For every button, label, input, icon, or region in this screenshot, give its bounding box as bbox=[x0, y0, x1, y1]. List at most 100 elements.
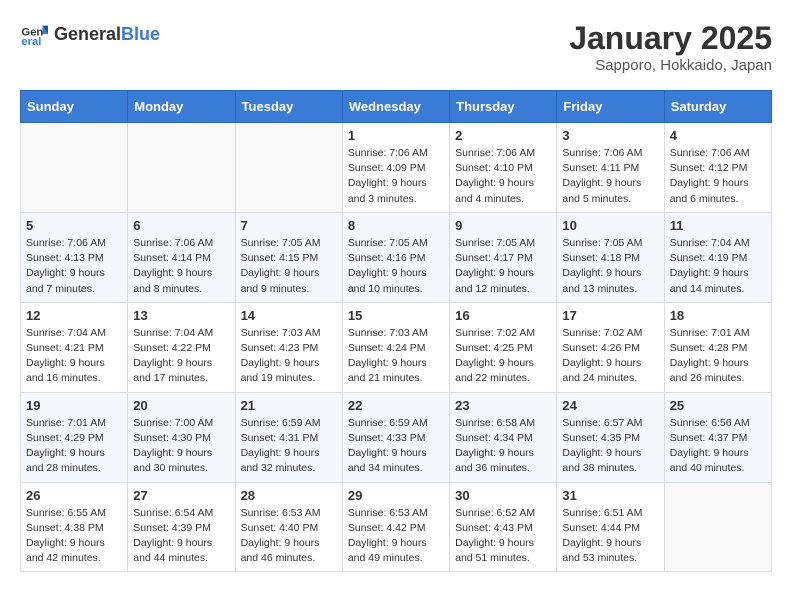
day-number: 4 bbox=[670, 128, 766, 143]
day-info: Sunrise: 7:02 AM Sunset: 4:26 PM Dayligh… bbox=[562, 326, 658, 387]
logo-text-blue: Blue bbox=[121, 25, 160, 43]
day-info: Sunrise: 6:54 AM Sunset: 4:39 PM Dayligh… bbox=[133, 506, 229, 567]
day-info: Sunrise: 6:58 AM Sunset: 4:34 PM Dayligh… bbox=[455, 416, 551, 477]
day-number: 5 bbox=[26, 218, 122, 233]
calendar-cell: 17 Sunrise: 7:02 AM Sunset: 4:26 PM Dayli… bbox=[557, 302, 664, 392]
day-info: Sunrise: 7:05 AM Sunset: 4:16 PM Dayligh… bbox=[348, 236, 444, 297]
calendar-cell bbox=[128, 123, 235, 213]
day-info: Sunrise: 7:06 AM Sunset: 4:10 PM Dayligh… bbox=[455, 146, 551, 207]
day-info: Sunrise: 6:51 AM Sunset: 4:44 PM Dayligh… bbox=[562, 506, 658, 567]
location: Sapporo, Hokkaido, Japan bbox=[569, 57, 772, 74]
day-info: Sunrise: 7:06 AM Sunset: 4:11 PM Dayligh… bbox=[562, 146, 658, 207]
day-number: 25 bbox=[670, 398, 766, 413]
calendar-cell: 23 Sunrise: 6:58 AM Sunset: 4:34 PM Dayli… bbox=[450, 392, 557, 482]
calendar-cell bbox=[235, 123, 342, 213]
logo-text-general: General bbox=[54, 25, 121, 43]
weekday-header-row: SundayMondayTuesdayWednesdayThursdayFrid… bbox=[21, 91, 772, 123]
day-number: 29 bbox=[348, 488, 444, 503]
page-header: Gen eral GeneralBlue January 2025 Sappor… bbox=[20, 20, 772, 74]
day-number: 26 bbox=[26, 488, 122, 503]
day-number: 31 bbox=[562, 488, 658, 503]
day-number: 13 bbox=[133, 308, 229, 323]
day-info: Sunrise: 7:02 AM Sunset: 4:25 PM Dayligh… bbox=[455, 326, 551, 387]
day-info: Sunrise: 7:03 AM Sunset: 4:23 PM Dayligh… bbox=[241, 326, 337, 387]
day-info: Sunrise: 7:04 AM Sunset: 4:21 PM Dayligh… bbox=[26, 326, 122, 387]
day-number: 7 bbox=[241, 218, 337, 233]
day-info: Sunrise: 7:01 AM Sunset: 4:28 PM Dayligh… bbox=[670, 326, 766, 387]
logo-wordmark: GeneralBlue bbox=[54, 25, 160, 43]
day-info: Sunrise: 7:04 AM Sunset: 4:19 PM Dayligh… bbox=[670, 236, 766, 297]
day-info: Sunrise: 7:05 AM Sunset: 4:18 PM Dayligh… bbox=[562, 236, 658, 297]
calendar-cell: 24 Sunrise: 6:57 AM Sunset: 4:35 PM Dayli… bbox=[557, 392, 664, 482]
day-info: Sunrise: 7:01 AM Sunset: 4:29 PM Dayligh… bbox=[26, 416, 122, 477]
calendar-cell: 18 Sunrise: 7:01 AM Sunset: 4:28 PM Dayli… bbox=[664, 302, 771, 392]
weekday-header-monday: Monday bbox=[128, 91, 235, 123]
calendar-cell: 7Sunrise: 7:05 AM Sunset: 4:15 PM Daylig… bbox=[235, 212, 342, 302]
logo: Gen eral GeneralBlue bbox=[20, 20, 160, 48]
calendar-cell: 4 Sunrise: 7:06 AM Sunset: 4:12 PM Daylig… bbox=[664, 123, 771, 213]
calendar-cell: 15 Sunrise: 7:03 AM Sunset: 4:24 PM Dayli… bbox=[342, 302, 449, 392]
weekday-header-wednesday: Wednesday bbox=[342, 91, 449, 123]
month-title: January 2025 bbox=[569, 20, 772, 57]
weekday-header-sunday: Sunday bbox=[21, 91, 128, 123]
weekday-header-tuesday: Tuesday bbox=[235, 91, 342, 123]
calendar-body: 1 Sunrise: 7:06 AM Sunset: 4:09 PM Daylig… bbox=[21, 123, 772, 572]
calendar-cell bbox=[664, 482, 771, 572]
day-info: Sunrise: 6:57 AM Sunset: 4:35 PM Dayligh… bbox=[562, 416, 658, 477]
calendar-header: SundayMondayTuesdayWednesdayThursdayFrid… bbox=[21, 91, 772, 123]
day-number: 2 bbox=[455, 128, 551, 143]
day-info: Sunrise: 6:53 AM Sunset: 4:42 PM Dayligh… bbox=[348, 506, 444, 567]
calendar-cell: 6 Sunrise: 7:06 AM Sunset: 4:14 PM Daylig… bbox=[128, 212, 235, 302]
day-number: 1 bbox=[348, 128, 444, 143]
calendar-week-5: 26Sunrise: 6:55 AM Sunset: 4:38 PM Dayli… bbox=[21, 482, 772, 572]
calendar-cell: 30Sunrise: 6:52 AM Sunset: 4:43 PM Dayli… bbox=[450, 482, 557, 572]
calendar-cell: 20Sunrise: 7:00 AM Sunset: 4:30 PM Dayli… bbox=[128, 392, 235, 482]
day-number: 17 bbox=[562, 308, 658, 323]
day-number: 18 bbox=[670, 308, 766, 323]
calendar-cell: 2 Sunrise: 7:06 AM Sunset: 4:10 PM Daylig… bbox=[450, 123, 557, 213]
day-info: Sunrise: 7:06 AM Sunset: 4:13 PM Dayligh… bbox=[26, 236, 122, 297]
day-number: 19 bbox=[26, 398, 122, 413]
calendar-week-3: 12Sunrise: 7:04 AM Sunset: 4:21 PM Dayli… bbox=[21, 302, 772, 392]
day-number: 6 bbox=[133, 218, 229, 233]
svg-text:eral: eral bbox=[21, 36, 41, 48]
calendar-cell: 22Sunrise: 6:59 AM Sunset: 4:33 PM Dayli… bbox=[342, 392, 449, 482]
day-info: Sunrise: 7:06 AM Sunset: 4:14 PM Dayligh… bbox=[133, 236, 229, 297]
day-info: Sunrise: 7:03 AM Sunset: 4:24 PM Dayligh… bbox=[348, 326, 444, 387]
day-info: Sunrise: 7:04 AM Sunset: 4:22 PM Dayligh… bbox=[133, 326, 229, 387]
calendar-cell: 13 Sunrise: 7:04 AM Sunset: 4:22 PM Dayli… bbox=[128, 302, 235, 392]
weekday-header-thursday: Thursday bbox=[450, 91, 557, 123]
calendar-cell: 12Sunrise: 7:04 AM Sunset: 4:21 PM Dayli… bbox=[21, 302, 128, 392]
calendar-cell: 27Sunrise: 6:54 AM Sunset: 4:39 PM Dayli… bbox=[128, 482, 235, 572]
day-info: Sunrise: 6:56 AM Sunset: 4:37 PM Dayligh… bbox=[670, 416, 766, 477]
calendar-week-1: 1 Sunrise: 7:06 AM Sunset: 4:09 PM Daylig… bbox=[21, 123, 772, 213]
day-number: 16 bbox=[455, 308, 551, 323]
calendar-cell: 9Sunrise: 7:05 AM Sunset: 4:17 PM Daylig… bbox=[450, 212, 557, 302]
day-number: 15 bbox=[348, 308, 444, 323]
day-number: 24 bbox=[562, 398, 658, 413]
day-number: 8 bbox=[348, 218, 444, 233]
weekday-header-friday: Friday bbox=[557, 91, 664, 123]
calendar-week-4: 19 Sunrise: 7:01 AM Sunset: 4:29 PM Dayli… bbox=[21, 392, 772, 482]
day-number: 10 bbox=[562, 218, 658, 233]
day-info: Sunrise: 7:06 AM Sunset: 4:12 PM Dayligh… bbox=[670, 146, 766, 207]
calendar-cell: 5 Sunrise: 7:06 AM Sunset: 4:13 PM Daylig… bbox=[21, 212, 128, 302]
day-number: 23 bbox=[455, 398, 551, 413]
calendar-table: SundayMondayTuesdayWednesdayThursdayFrid… bbox=[20, 90, 772, 572]
logo-icon: Gen eral bbox=[20, 20, 48, 48]
calendar-cell: 11 Sunrise: 7:04 AM Sunset: 4:19 PM Dayli… bbox=[664, 212, 771, 302]
day-info: Sunrise: 7:06 AM Sunset: 4:09 PM Dayligh… bbox=[348, 146, 444, 207]
calendar-cell: 3Sunrise: 7:06 AM Sunset: 4:11 PM Daylig… bbox=[557, 123, 664, 213]
day-number: 22 bbox=[348, 398, 444, 413]
day-number: 30 bbox=[455, 488, 551, 503]
day-info: Sunrise: 7:00 AM Sunset: 4:30 PM Dayligh… bbox=[133, 416, 229, 477]
calendar-cell: 28 Sunrise: 6:53 AM Sunset: 4:40 PM Dayli… bbox=[235, 482, 342, 572]
calendar-week-2: 5 Sunrise: 7:06 AM Sunset: 4:13 PM Daylig… bbox=[21, 212, 772, 302]
calendar-cell: 25 Sunrise: 6:56 AM Sunset: 4:37 PM Dayli… bbox=[664, 392, 771, 482]
day-number: 28 bbox=[241, 488, 337, 503]
day-number: 11 bbox=[670, 218, 766, 233]
day-info: Sunrise: 6:53 AM Sunset: 4:40 PM Dayligh… bbox=[241, 506, 337, 567]
calendar-cell: 1 Sunrise: 7:06 AM Sunset: 4:09 PM Daylig… bbox=[342, 123, 449, 213]
day-info: Sunrise: 6:59 AM Sunset: 4:31 PM Dayligh… bbox=[241, 416, 337, 477]
calendar-cell: 10 Sunrise: 7:05 AM Sunset: 4:18 PM Dayli… bbox=[557, 212, 664, 302]
